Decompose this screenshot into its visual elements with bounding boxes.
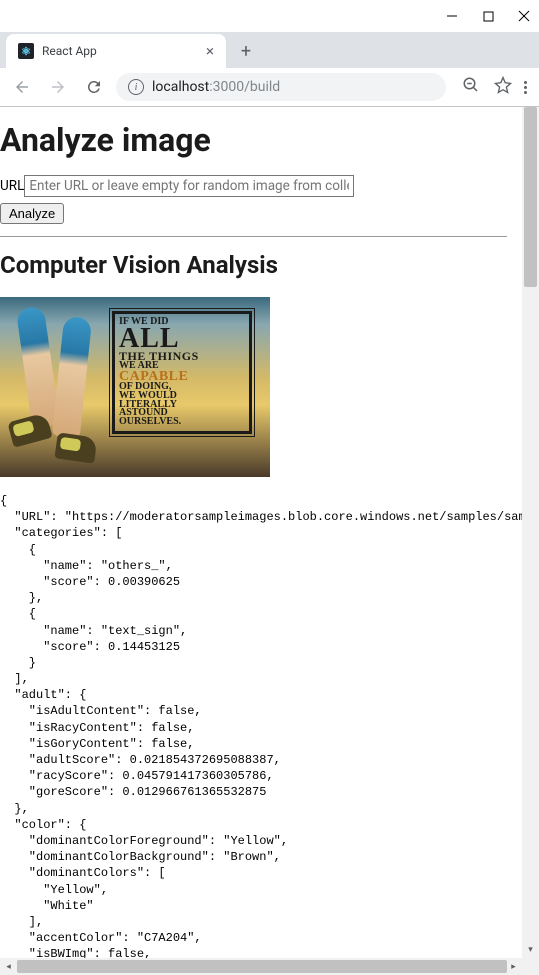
scroll-corner (522, 958, 539, 975)
minimize-button[interactable] (445, 9, 459, 23)
browser-chrome: ⚛ React App × + i localhost:3000/build (0, 0, 539, 107)
analyzed-image: IF WE DID ALL THE THINGS WE ARE CAPABLE … (0, 297, 270, 477)
tab-bar: ⚛ React App × + (0, 32, 539, 68)
browser-tab[interactable]: ⚛ React App × (6, 34, 226, 68)
window-controls (0, 0, 539, 32)
scroll-down-arrow-icon[interactable]: ▾ (522, 941, 539, 958)
analyze-button[interactable]: Analyze (0, 203, 64, 224)
new-tab-button[interactable]: + (232, 37, 260, 65)
react-favicon-icon: ⚛ (18, 43, 34, 59)
site-info-icon[interactable]: i (128, 79, 144, 95)
analysis-heading: Computer Vision Analysis (0, 251, 522, 279)
url-input-row: URL (0, 175, 522, 197)
url-text: localhost:3000/build (152, 79, 280, 95)
vertical-scrollbar[interactable]: ▾ (522, 107, 539, 958)
vertical-scroll-thumb[interactable] (524, 107, 537, 287)
page-heading: Analyze image (0, 121, 522, 159)
horizontal-scroll-thumb[interactable] (17, 960, 507, 973)
separator (0, 236, 507, 237)
url-input[interactable] (24, 175, 354, 197)
tab-close-icon[interactable]: × (206, 42, 214, 60)
maximize-button[interactable] (481, 9, 495, 23)
scroll-right-arrow-icon[interactable]: ▸ (505, 958, 522, 975)
json-result: { "URL": "https://moderatorsampleimages.… (0, 493, 522, 958)
close-button[interactable] (517, 9, 531, 23)
browser-menu-button[interactable] (520, 77, 531, 98)
tab-title: React App (42, 44, 198, 58)
zoom-icon[interactable] (462, 76, 480, 98)
bookmark-icon[interactable] (494, 76, 512, 98)
back-button[interactable] (8, 73, 36, 101)
forward-button[interactable] (44, 73, 72, 101)
address-field[interactable]: i localhost:3000/build (116, 73, 446, 101)
horizontal-scrollbar[interactable]: ◂ ▸ (0, 958, 522, 975)
scroll-left-arrow-icon[interactable]: ◂ (0, 958, 17, 975)
url-label: URL (0, 178, 24, 194)
reload-button[interactable] (80, 73, 108, 101)
image-quote-text: IF WE DID ALL THE THINGS WE ARE CAPABLE … (112, 311, 252, 434)
address-bar: i localhost:3000/build (0, 68, 539, 106)
page-viewport: Analyze image URL Analyze Computer Visio… (0, 107, 539, 975)
